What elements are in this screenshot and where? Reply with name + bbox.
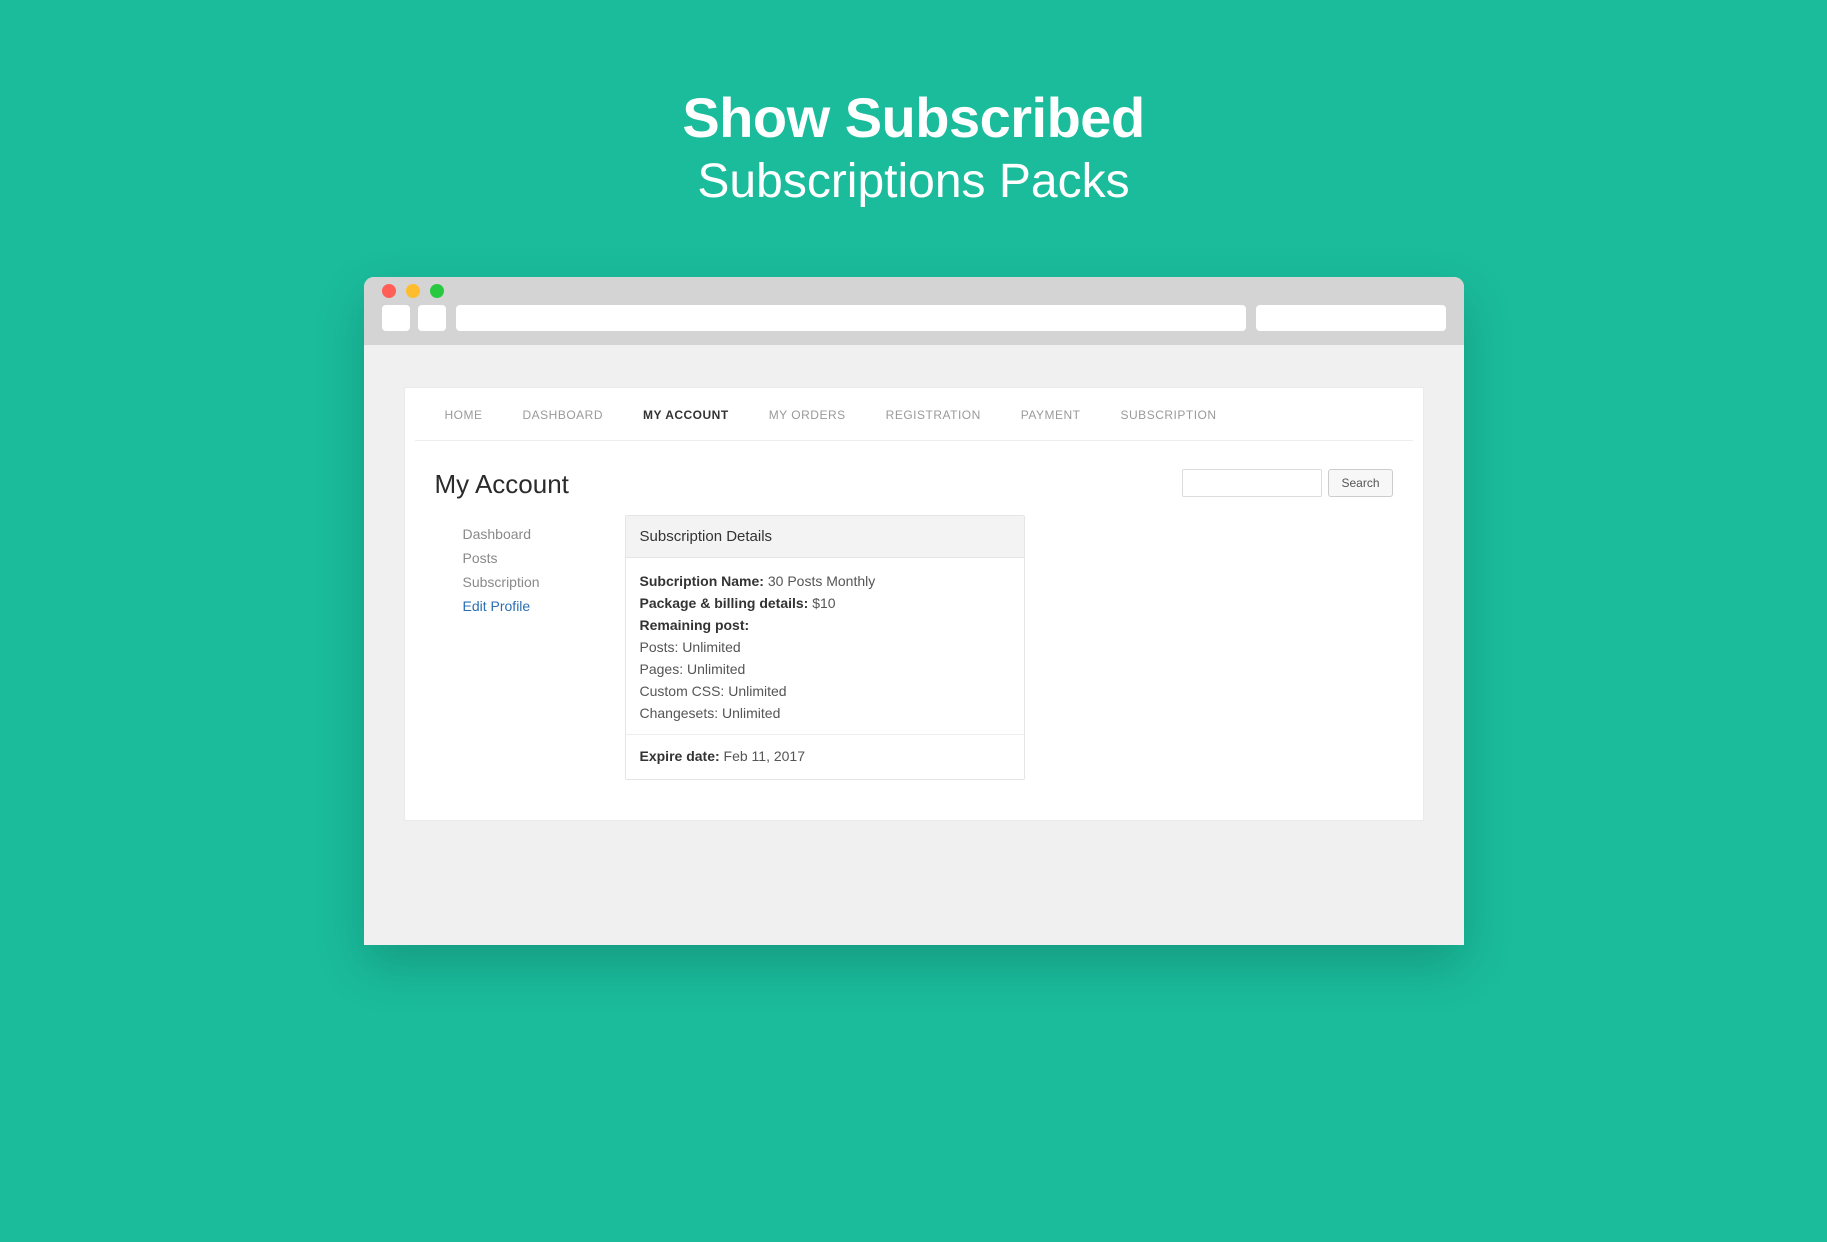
expire-value: Feb 11, 2017 <box>724 748 805 764</box>
hero-title-line1: Show Subscribed <box>0 85 1827 150</box>
nav-item-subscription[interactable]: SUBSCRIPTION <box>1121 408 1217 422</box>
close-icon[interactable] <box>382 284 396 298</box>
page-card: HOME DASHBOARD MY ACCOUNT MY ORDERS REGISTRA… <box>404 387 1424 821</box>
nav-item-my-account[interactable]: MY ACCOUNT <box>643 408 729 422</box>
remaining-item-value: Unlimited <box>682 639 740 655</box>
nav-item-dashboard[interactable]: DASHBOARD <box>523 408 604 422</box>
package-row: Package & billing details: $10 <box>640 592 1010 614</box>
hero-title-line2: Subscriptions Packs <box>0 154 1827 209</box>
remaining-item-value: Unlimited <box>687 661 745 677</box>
panel-divider <box>626 734 1024 735</box>
subscription-name-value: 30 Posts Monthly <box>768 573 875 589</box>
right-column: Search <box>1065 469 1393 780</box>
remaining-item-value: Unlimited <box>722 705 780 721</box>
search-input[interactable] <box>1182 469 1322 497</box>
expire-row: Expire date: Feb 11, 2017 <box>640 745 1010 767</box>
side-item-dashboard[interactable]: Dashboard <box>463 522 585 546</box>
search-button[interactable]: Search <box>1328 469 1392 497</box>
viewport: HOME DASHBOARD MY ACCOUNT MY ORDERS REGISTRA… <box>364 345 1464 945</box>
remaining-item-label: Custom CSS: <box>640 683 729 699</box>
remaining-item-label: Changesets: <box>640 705 723 721</box>
nav-item-home[interactable]: HOME <box>445 408 483 422</box>
nav-item-my-orders[interactable]: MY ORDERS <box>769 408 846 422</box>
nav-item-registration[interactable]: REGISTRATION <box>886 408 981 422</box>
remaining-item: Custom CSS: Unlimited <box>640 680 1010 702</box>
main-column: Subscription Details Subcription Name: 3… <box>625 469 1025 780</box>
maximize-icon[interactable] <box>430 284 444 298</box>
page-title: My Account <box>435 469 585 500</box>
search-box: Search <box>1182 469 1392 497</box>
panel-body: Subcription Name: 30 Posts Monthly Packa… <box>626 558 1024 779</box>
package-label: Package & billing details: <box>640 595 809 611</box>
left-column: My Account DashboardPostsSubscriptionEdi… <box>435 469 585 780</box>
package-value: $10 <box>812 595 835 611</box>
subscription-name-row: Subcription Name: 30 Posts Monthly <box>640 570 1010 592</box>
content: My Account DashboardPostsSubscriptionEdi… <box>405 441 1423 820</box>
side-item-subscription[interactable]: Subscription <box>463 570 585 594</box>
browser-search-bar[interactable] <box>1256 305 1446 331</box>
address-bar[interactable] <box>456 305 1246 331</box>
expire-label: Expire date: <box>640 748 720 764</box>
side-menu: DashboardPostsSubscriptionEdit Profile <box>435 522 585 618</box>
remaining-item-label: Pages: <box>640 661 687 677</box>
subscription-panel: Subscription Details Subcription Name: 3… <box>625 515 1025 780</box>
top-nav: HOME DASHBOARD MY ACCOUNT MY ORDERS REGISTRA… <box>415 388 1413 441</box>
minimize-icon[interactable] <box>406 284 420 298</box>
remaining-item: Pages: Unlimited <box>640 658 1010 680</box>
panel-title: Subscription Details <box>626 516 1024 558</box>
window-controls <box>364 277 1464 305</box>
remaining-item: Posts: Unlimited <box>640 636 1010 658</box>
nav-item-payment[interactable]: PAYMENT <box>1021 408 1081 422</box>
side-item-posts[interactable]: Posts <box>463 546 585 570</box>
subscription-name-label: Subcription Name: <box>640 573 764 589</box>
remaining-list: Posts: UnlimitedPages: UnlimitedCustom C… <box>640 636 1010 724</box>
remaining-item: Changesets: Unlimited <box>640 702 1010 724</box>
browser-chrome <box>364 277 1464 345</box>
remaining-item-label: Posts: <box>640 639 683 655</box>
browser-window: HOME DASHBOARD MY ACCOUNT MY ORDERS REGISTRA… <box>364 277 1464 945</box>
browser-toolbar <box>364 305 1464 345</box>
side-item-edit-profile[interactable]: Edit Profile <box>463 594 585 618</box>
hero: Show Subscribed Subscriptions Packs <box>0 0 1827 209</box>
remaining-label: Remaining post: <box>640 617 750 633</box>
nav-back-button[interactable] <box>382 305 410 331</box>
remaining-item-value: Unlimited <box>728 683 786 699</box>
nav-forward-button[interactable] <box>418 305 446 331</box>
remaining-header-row: Remaining post: <box>640 614 1010 636</box>
